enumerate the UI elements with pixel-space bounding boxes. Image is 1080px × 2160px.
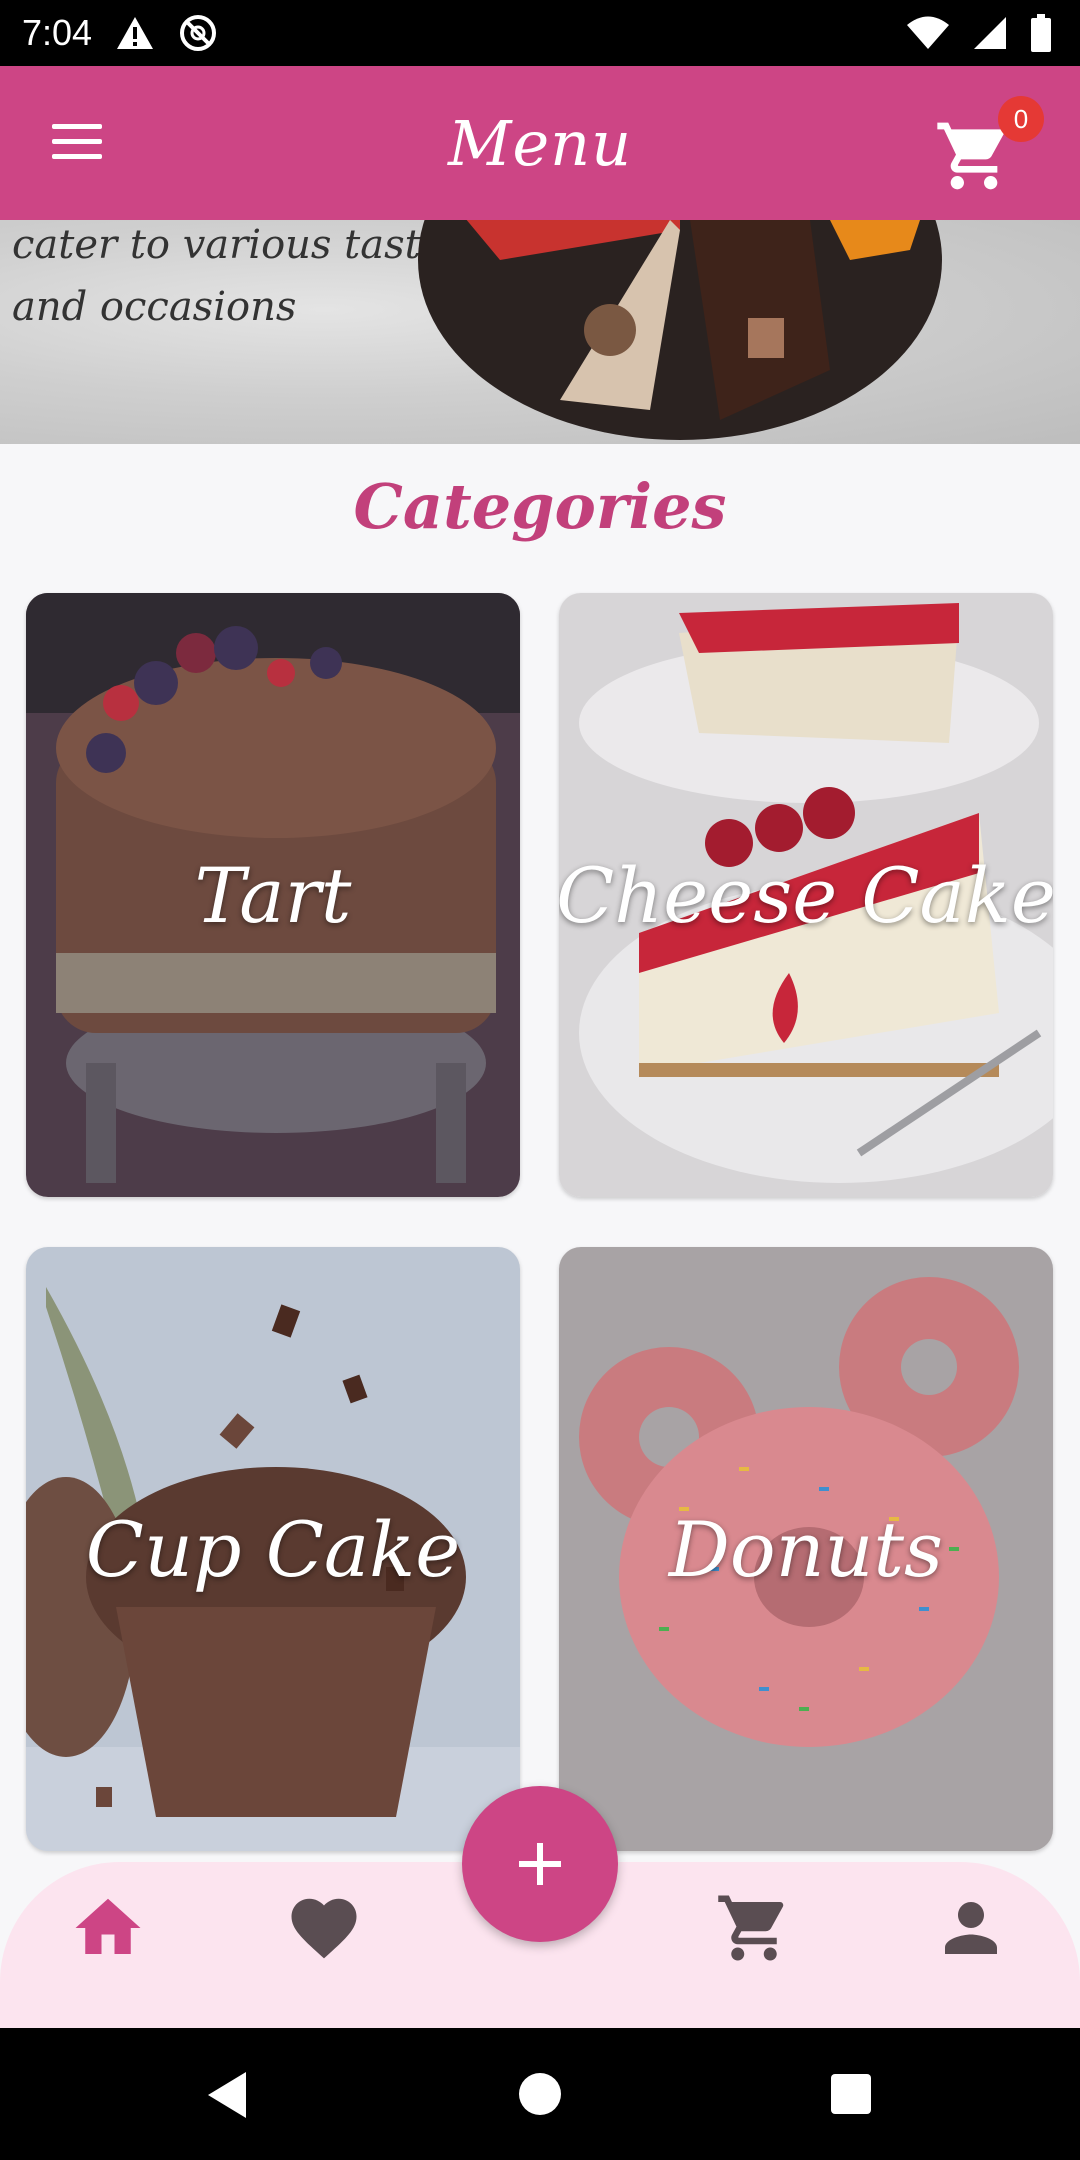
nav-home[interactable] <box>68 1888 148 1968</box>
category-card-donuts[interactable]: Donuts <box>559 1247 1053 1851</box>
status-time: 7:04 <box>22 12 93 53</box>
status-bar: 7:04 <box>0 0 1080 66</box>
person-icon <box>945 1902 997 1954</box>
cart-button[interactable]: 0 <box>934 96 1044 196</box>
promo-banner[interactable]: cater to various tastes and occasions <box>0 220 1080 444</box>
category-card-cup-cake[interactable]: Cup Cake <box>26 1247 520 1851</box>
page-title: Menu <box>447 106 633 180</box>
recents-icon[interactable] <box>830 2073 872 2115</box>
signal-icon <box>974 17 1006 49</box>
category-label: Cup Cake <box>85 1504 461 1594</box>
system-navigation-bar <box>0 2028 1080 2160</box>
back-icon[interactable] <box>204 2070 250 2120</box>
cart-badge: 0 <box>998 96 1044 142</box>
warning-icon <box>117 17 154 49</box>
cart-icon <box>718 1895 784 1961</box>
home-circle-icon[interactable] <box>518 2072 562 2116</box>
category-label: Cheese Cake <box>559 850 1053 940</box>
nav-cart[interactable] <box>714 1888 794 1968</box>
sync-icon <box>180 15 217 51</box>
banner-text: cater to various tastes and occasions <box>12 220 465 338</box>
category-card-cheese-cake[interactable]: Cheese Cake <box>559 593 1053 1197</box>
nav-profile[interactable] <box>931 1888 1011 1968</box>
app-bar: Menu 0 <box>0 66 1080 220</box>
heart-icon <box>291 1898 357 1959</box>
plus-icon <box>519 1843 561 1885</box>
wifi-icon <box>907 16 949 49</box>
banner-text-line-2: and occasions <box>12 284 297 330</box>
home-icon <box>75 1898 141 1954</box>
add-button[interactable] <box>462 1786 618 1942</box>
section-title: Categories <box>353 470 727 543</box>
category-label: Tart <box>194 850 352 940</box>
category-label: Donuts <box>668 1504 944 1594</box>
menu-icon[interactable] <box>52 124 102 160</box>
banner-text-line-1: cater to various tastes <box>12 222 465 268</box>
battery-icon <box>1031 14 1051 52</box>
category-card-tart[interactable]: Tart <box>26 593 520 1197</box>
cake-platter-image <box>418 220 942 440</box>
nav-favorites[interactable] <box>284 1888 364 1968</box>
